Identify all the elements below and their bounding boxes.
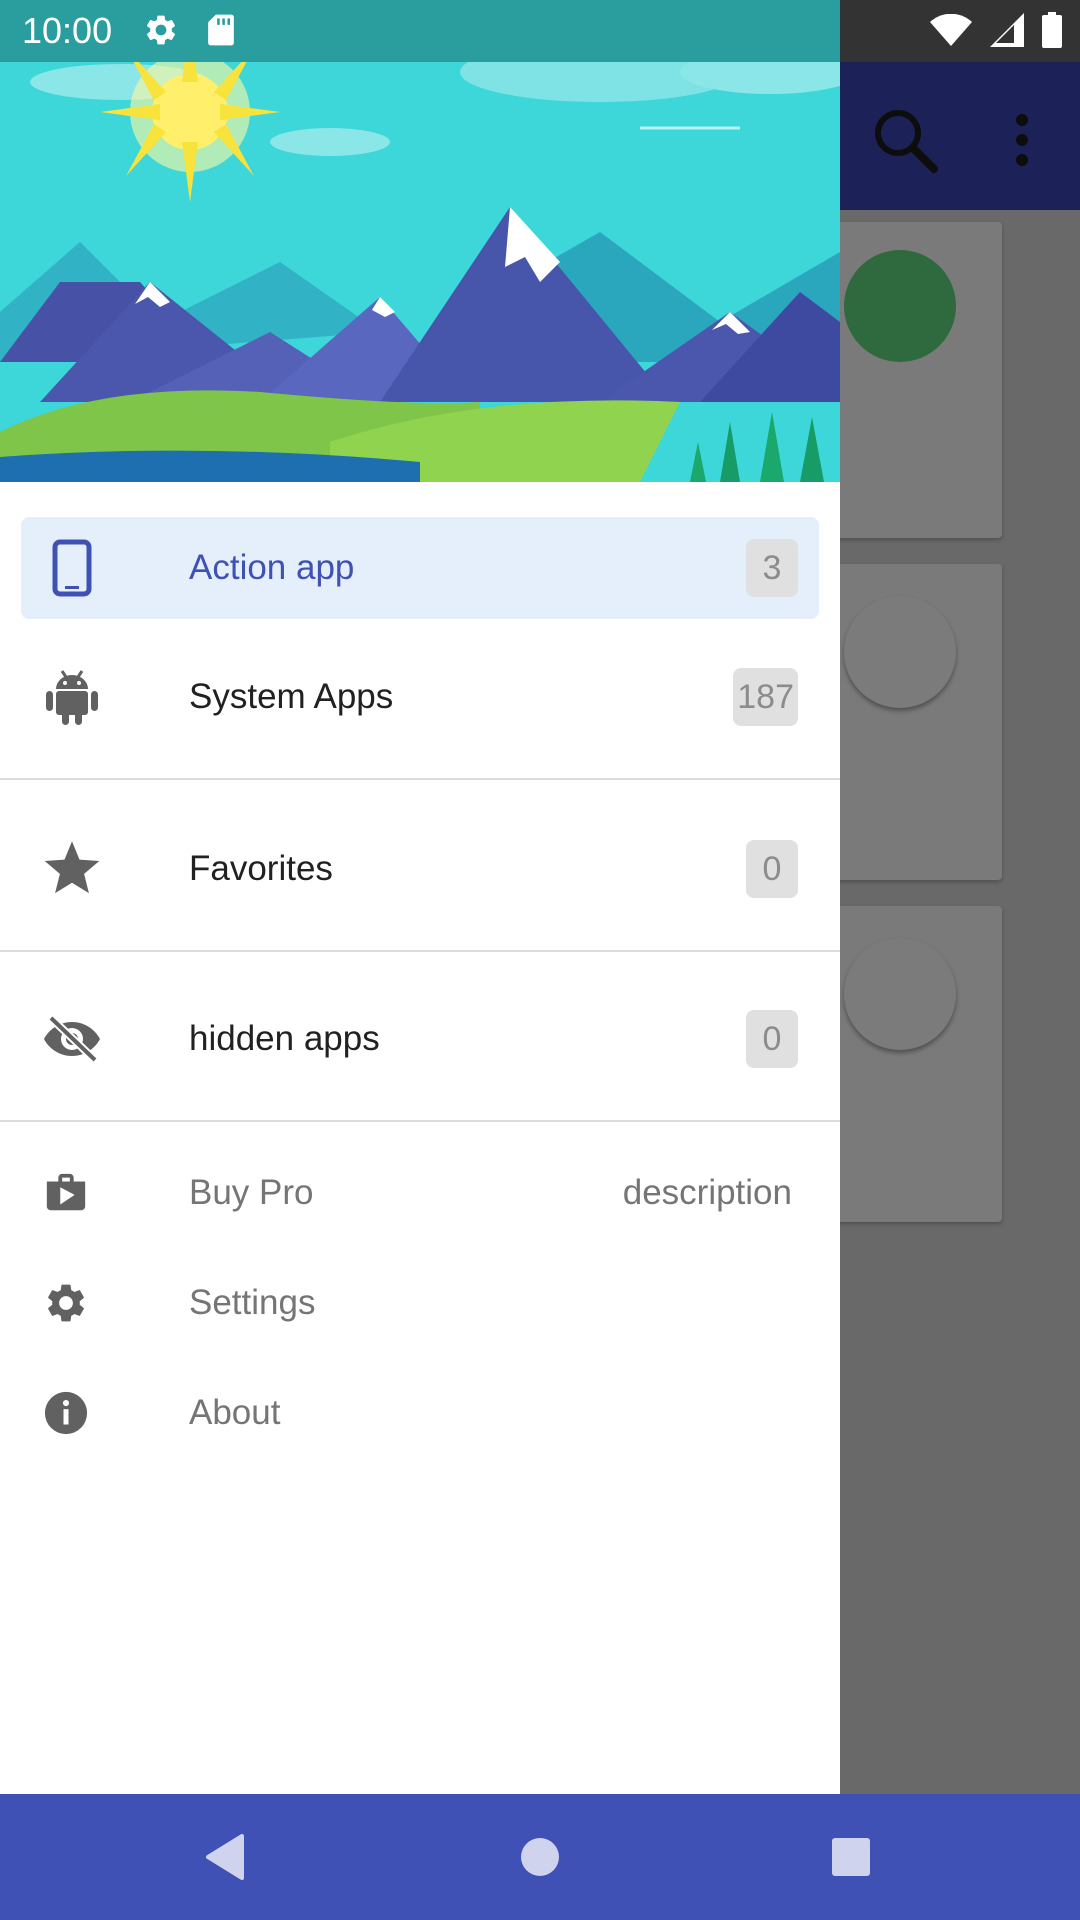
system-nav-bar <box>0 1794 1080 1920</box>
drawer-item-label: Favorites <box>189 849 333 888</box>
phone-icon <box>42 538 102 598</box>
count-badge: 0 <box>746 840 798 898</box>
count-badge: 3 <box>746 539 798 597</box>
status-time: 10:00 <box>22 10 113 51</box>
drawer-item-label: Action app <box>189 548 355 587</box>
android-icon <box>42 667 102 727</box>
drawer-header-image <box>0 62 840 482</box>
recents-icon <box>832 1838 870 1876</box>
drawer-item-favorites[interactable]: Favorites 0 <box>0 818 840 920</box>
wifi-icon <box>930 14 972 46</box>
more-vert-icon <box>1016 114 1028 166</box>
drawer-item-label: hidden apps <box>189 1019 380 1058</box>
back-icon <box>206 1834 244 1880</box>
sd-card-icon <box>208 14 234 46</box>
drawer-item-system-apps[interactable]: System Apps 187 <box>0 646 840 748</box>
eye-off-icon <box>42 1009 102 1069</box>
count-badge: 0 <box>746 1010 798 1068</box>
drawer-item-label: Buy Pro <box>189 1173 314 1212</box>
battery-icon <box>1042 12 1062 48</box>
navigation-drawer: Action app 3 System Apps 187 Favorites 0… <box>0 62 840 1794</box>
gear-icon <box>146 15 176 45</box>
recents-button[interactable] <box>818 1824 884 1890</box>
home-button[interactable] <box>507 1824 573 1890</box>
status-bar: 10:00 <box>0 0 1080 62</box>
star-icon <box>42 839 102 899</box>
android-app-icon <box>844 250 956 362</box>
drawer-item-settings[interactable]: Settings <box>0 1258 840 1348</box>
divider <box>0 1120 840 1122</box>
gear-icon <box>36 1273 96 1333</box>
divider <box>0 950 840 952</box>
drawer-item-label: About <box>189 1393 281 1432</box>
drawer-item-label: System Apps <box>189 677 394 716</box>
divider <box>0 778 840 780</box>
home-icon <box>521 1838 559 1876</box>
search-icon <box>875 110 938 173</box>
status-bar-drawer-scrim <box>0 0 840 62</box>
drawer-item-description: description <box>622 1173 792 1212</box>
drawer-item-buy-pro[interactable]: Buy Pro description <box>0 1148 840 1238</box>
drawer-item-hidden-apps[interactable]: hidden apps 0 <box>0 988 840 1090</box>
back-button[interactable] <box>192 1824 258 1890</box>
drawer-item-action-app[interactable]: Action app 3 <box>21 517 819 619</box>
folder-icon <box>844 938 956 1050</box>
count-badge: 187 <box>733 668 798 726</box>
drawer-item-about[interactable]: About <box>0 1368 840 1458</box>
signal-icon <box>990 13 1024 47</box>
info-icon <box>36 1383 96 1443</box>
folder-icon <box>844 596 956 708</box>
drawer-item-label: Settings <box>189 1283 316 1322</box>
shop-bag-icon <box>36 1163 96 1223</box>
